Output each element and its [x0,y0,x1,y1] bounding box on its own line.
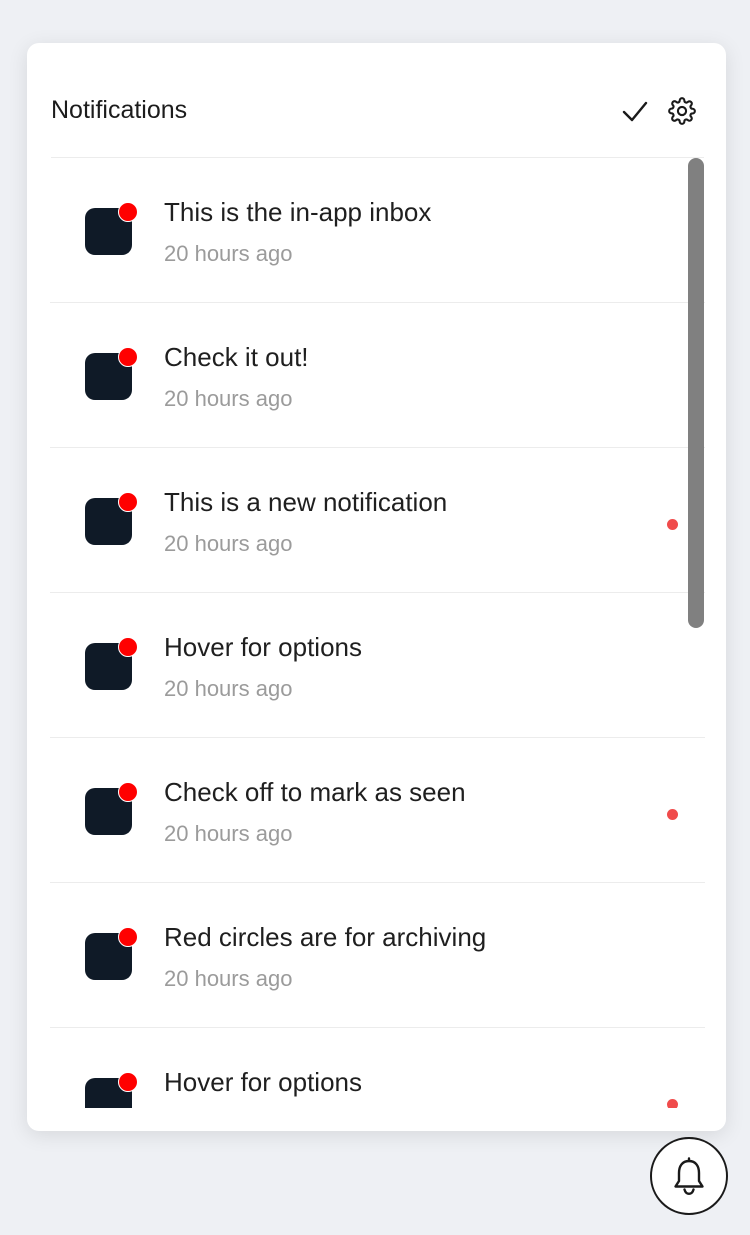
notification-time: 20 hours ago [164,676,293,701]
panel-title: Notifications [51,96,188,124]
notification-item[interactable]: This is a new notification 20 hours ago [50,448,705,593]
notification-item[interactable]: This is the in-app inbox 20 hours ago [50,158,705,303]
unread-indicator[interactable] [667,809,678,820]
notification-message: Hover for options [164,1067,362,1097]
notification-message: Check it out! [164,342,309,372]
archive-circle[interactable] [118,492,138,512]
archive-circle[interactable] [118,637,138,657]
scrollbar-thumb[interactable] [688,158,704,628]
notification-time: 20 hours ago [164,966,293,991]
notification-message: Check off to mark as seen [164,777,466,807]
notification-message: This is a new notification [164,487,448,517]
archive-circle[interactable] [118,782,138,802]
archive-circle[interactable] [118,1072,138,1092]
archive-circle[interactable] [118,927,138,947]
panel-header: Notifications [51,43,704,158]
notification-message: Hover for options [164,632,362,662]
notification-time: 20 hours ago [164,386,293,411]
archive-circle[interactable] [118,347,138,367]
notification-list[interactable]: This is the in-app inbox 20 hours ago Ch… [50,158,705,1108]
notification-time: 20 hours ago [164,531,293,556]
notification-time: 20 hours ago [164,821,293,846]
notification-message: This is the in-app inbox [164,197,432,227]
notification-item[interactable]: Check it out! 20 hours ago [50,303,705,448]
checkmark-icon [622,101,648,122]
notification-message: Red circles are for archiving [164,922,487,952]
archive-circle[interactable] [118,202,138,222]
settings-button[interactable] [668,97,696,125]
notification-item[interactable]: Check off to mark as seen 20 hours ago [50,738,705,883]
notification-time: 20 hours ago [164,241,293,266]
notifications-panel: Notifications This is the in-app inbox 2… [27,43,726,1131]
gear-icon [668,97,696,125]
mark-all-read-button[interactable] [621,97,649,125]
notification-item[interactable]: Red circles are for archiving 20 hours a… [50,883,705,1028]
bell-icon [674,1157,704,1196]
notification-bell-button[interactable] [650,1137,728,1215]
unread-indicator[interactable] [667,1099,678,1108]
unread-indicator[interactable] [667,519,678,530]
notification-item[interactable]: Hover for options [50,1028,705,1108]
notification-item[interactable]: Hover for options 20 hours ago [50,593,705,738]
